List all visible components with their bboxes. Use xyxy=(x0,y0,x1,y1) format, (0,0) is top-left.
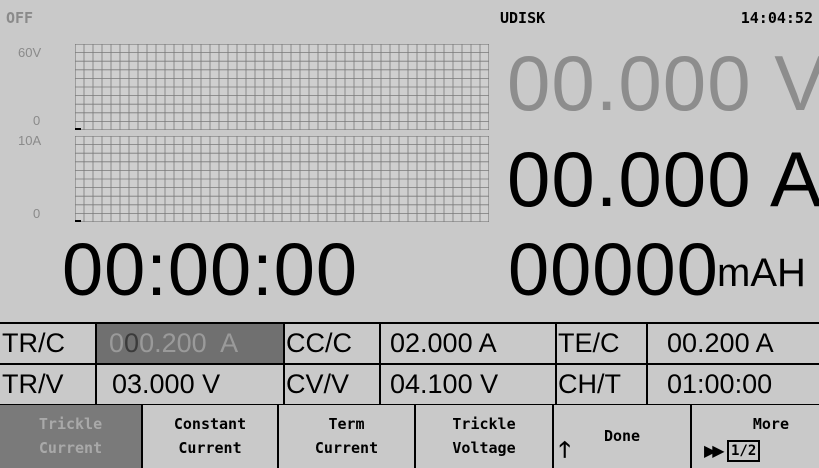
trend-graphs: 60V 0 10A 0 xyxy=(0,36,500,232)
current-min-label: 0 xyxy=(33,206,41,221)
softkey-label: Current xyxy=(38,439,103,457)
clock: 14:04:52 xyxy=(740,9,813,27)
softkey-term-current[interactable]: Term Current xyxy=(279,405,416,468)
parameter-row: TR/C 000.200 A CC/C 02.000 A TE/C 00.200… xyxy=(0,324,819,365)
param-label-constant-current: CC/C xyxy=(286,328,352,358)
value-rest: 0.200 A xyxy=(139,328,239,358)
param-value-charge-time[interactable]: 01:00:00 xyxy=(667,365,817,404)
param-label-trickle-current: TR/C xyxy=(2,328,65,358)
param-label-constant-voltage: CV/V xyxy=(286,369,350,399)
softkey-label: Current xyxy=(178,439,242,457)
softkey-label: Term xyxy=(328,415,365,433)
divider xyxy=(646,324,648,363)
softkey-label: Done xyxy=(603,427,641,445)
param-value-constant-current[interactable]: 02.000 A xyxy=(390,324,555,363)
value-prefix: 0 xyxy=(109,328,125,358)
softkey-label: Trickle xyxy=(452,415,516,433)
voltage-graph-grid xyxy=(75,44,489,130)
divider xyxy=(283,324,285,363)
elapsed-time-readout: 00:00:00 xyxy=(62,228,359,311)
softkey-bar: Trickle Current Constant Current Term Cu… xyxy=(0,405,819,468)
softkey-label: Trickle xyxy=(38,415,103,433)
softkey-label: More xyxy=(752,415,789,433)
softkey-constant-current[interactable]: Constant Current xyxy=(143,405,279,468)
param-label-charge-time: CH/T xyxy=(558,369,621,399)
current-max-label: 10A xyxy=(18,133,42,148)
edit-cursor-digit: 0 xyxy=(124,328,140,358)
param-value-trickle-current[interactable]: 000.200 A xyxy=(97,324,283,363)
divider xyxy=(95,365,97,404)
param-label-trickle-voltage: TR/V xyxy=(2,369,64,399)
param-value-trickle-voltage[interactable]: 03.000 V xyxy=(112,365,282,404)
softkey-done[interactable]: Done 🡑 xyxy=(554,405,692,468)
softkey-label: Constant xyxy=(173,415,247,433)
parameter-row: TR/V 03.000 V CV/V 04.100 V CH/T 01:00:0… xyxy=(0,365,819,406)
output-state-indicator: OFF xyxy=(6,9,34,27)
double-right-arrow-icon: ▶▶ xyxy=(704,441,725,460)
capacity-unit: mAH xyxy=(717,251,806,295)
up-arrow-icon: 🡑 xyxy=(559,438,571,463)
voltage-min-label: 0 xyxy=(33,113,41,128)
parameter-table: TR/C 000.200 A CC/C 02.000 A TE/C 00.200… xyxy=(0,322,819,406)
voltage-readout: 00.000 V xyxy=(507,39,819,127)
storage-indicator: UDISK xyxy=(500,9,546,27)
divider xyxy=(283,365,285,404)
param-value-term-current[interactable]: 00.200 A xyxy=(667,324,817,363)
capacity-readout: 00000 xyxy=(508,228,719,311)
divider xyxy=(379,324,381,363)
divider xyxy=(555,365,557,404)
current-graph-grid xyxy=(75,136,489,222)
softkey-trickle-current[interactable]: Trickle Current xyxy=(0,405,143,468)
current-readout: 00.000 A xyxy=(507,135,819,223)
voltage-max-label: 60V xyxy=(18,45,42,60)
divider xyxy=(379,365,381,404)
divider xyxy=(646,365,648,404)
divider xyxy=(555,324,557,363)
param-label-term-current: TE/C xyxy=(558,328,620,358)
status-bar: OFF UDISK 14:04:52 xyxy=(0,0,819,36)
param-value-constant-voltage[interactable]: 04.100 V xyxy=(390,365,555,404)
softkey-label: Current xyxy=(314,439,379,457)
softkey-more[interactable]: More ▶▶ 1/2 xyxy=(692,405,819,468)
softkey-trickle-voltage[interactable]: Trickle Voltage xyxy=(416,405,554,468)
page-indicator: 1/2 xyxy=(727,440,761,462)
softkey-label: Voltage xyxy=(452,439,516,457)
